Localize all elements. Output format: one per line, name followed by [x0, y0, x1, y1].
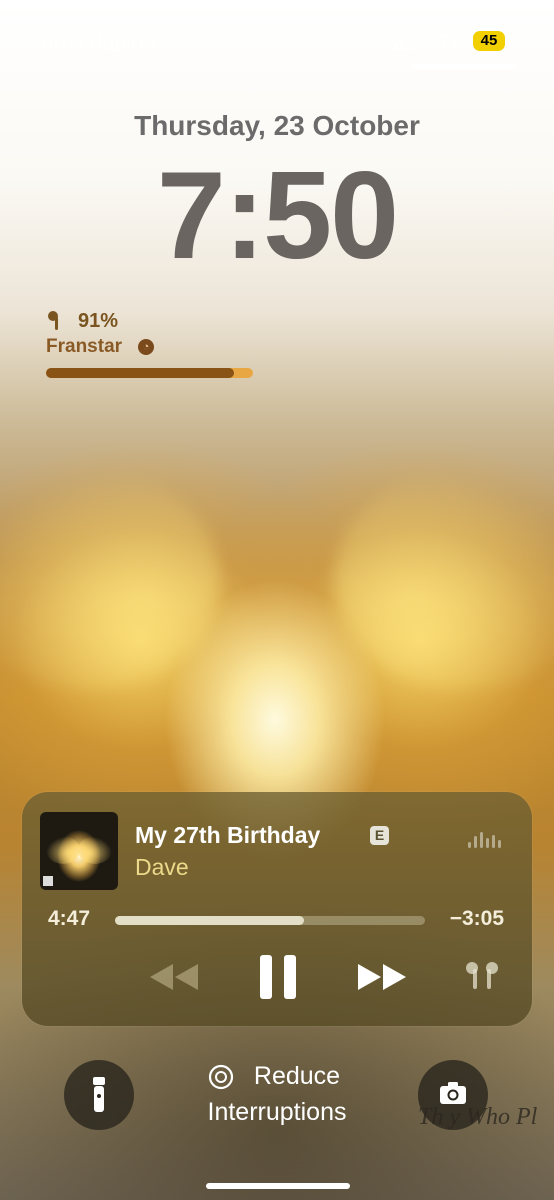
now-playing-card[interactable]: My 27th Birthday E Dave 4:47 −3:05: [22, 792, 532, 1026]
network-type-label: LTE: [430, 32, 463, 52]
home-indicator[interactable]: [206, 1183, 350, 1189]
fast-forward-icon: [358, 964, 406, 990]
audio-output-button[interactable]: [460, 960, 504, 994]
lock-time[interactable]: 7:50: [0, 146, 554, 286]
rewind-button[interactable]: [146, 962, 202, 992]
airpods-battery-bar: [46, 368, 253, 378]
artist-name[interactable]: Dave: [135, 854, 189, 881]
parental-advisory-label: [43, 876, 53, 886]
fast-forward-button[interactable]: [354, 962, 410, 992]
airpods-battery-bar-fill: [46, 368, 235, 378]
song-title[interactable]: My 27th Birthday: [135, 822, 320, 849]
airpods-owner-name: Franstar: [46, 336, 123, 357]
wallpaper-album-text: Th y Who Pl: [418, 1104, 538, 1130]
airpods-output-icon: [466, 962, 498, 989]
clock-icon: ◔: [138, 339, 154, 355]
explicit-badge: E: [370, 826, 389, 845]
pause-button[interactable]: [258, 954, 298, 1000]
rewind-icon: [150, 964, 198, 990]
top-indicator-line: [412, 64, 516, 69]
flashlight-button[interactable]: [64, 1060, 134, 1130]
signal-strength-icon: [394, 34, 418, 50]
carrier-label: Airtel Nigeria: [34, 32, 156, 53]
airpods-battery-widget[interactable]: 91% Franstar ◔: [46, 306, 266, 386]
album-art[interactable]: [40, 812, 118, 890]
flashlight-icon: [93, 1077, 105, 1112]
remaining-time: −3:05: [449, 907, 504, 930]
airpods-battery-percent: 91%: [78, 310, 119, 332]
focus-mode-toggle[interactable]: Reduce Interruptions: [180, 1062, 374, 1142]
audio-waveform-icon: [468, 830, 502, 850]
focus-label-line1: Reduce: [253, 1062, 341, 1090]
playback-scrubber[interactable]: [115, 916, 425, 925]
elapsed-time: 4:47: [48, 907, 91, 930]
status-bar: Airtel Nigeria LTE 45: [0, 0, 554, 70]
lock-date: Thursday, 23 October: [134, 110, 420, 141]
airpods-icon: [48, 311, 58, 330]
playback-progress-fill: [115, 916, 305, 925]
pause-icon: [260, 955, 296, 999]
focus-label-line2: Interruptions: [207, 1098, 347, 1126]
battery-indicator: 45: [473, 31, 505, 51]
